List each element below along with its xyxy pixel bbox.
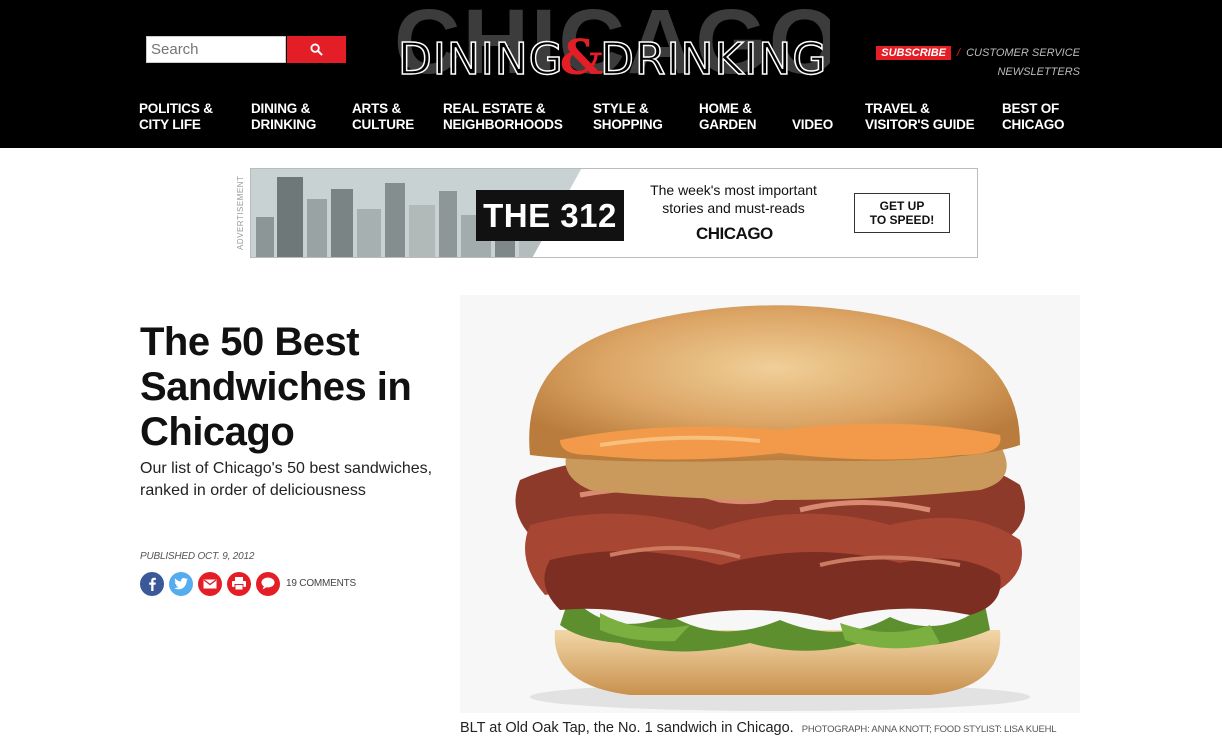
nav-line-1: REAL ESTATE & (443, 101, 546, 116)
email-icon[interactable] (198, 571, 222, 596)
share-bar: 19 COMMENTS (140, 571, 356, 596)
comments-count-link[interactable]: 19 COMMENTS (286, 578, 356, 589)
nav-travel[interactable]: TRAVEL & VISITOR'S GUIDE (865, 101, 975, 133)
nav-line-2: CHICAGO (1002, 117, 1065, 132)
nav-line-1: ARTS & (352, 101, 402, 116)
util-separator: / (957, 47, 961, 59)
utility-links: SUBSCRIBE / CUSTOMER SERVICE NEWSLETTERS (876, 46, 1080, 78)
nav-politics-city-life[interactable]: POLITICS & CITY LIFE (139, 101, 213, 133)
nav-line-1 (792, 101, 833, 117)
nav-dining-drinking[interactable]: DINING & DRINKING (251, 101, 316, 133)
ad-copy: The week's most important stories and mu… (641, 181, 826, 217)
ad-cta-line-2: TO SPEED! (869, 213, 935, 227)
logo-word-2: DRINKING (599, 34, 828, 85)
site-logo[interactable]: CHICAGO DINING&DRINKING (390, 0, 830, 88)
site-header: CHICAGO DINING&DRINKING SUBSCRIBE/CUSTOM… (0, 0, 1222, 148)
search-icon (310, 43, 323, 56)
nav-home-garden[interactable]: HOME & GARDEN (699, 101, 757, 133)
nav-line-2: SHOPPING (593, 117, 663, 132)
nav-line-1: TRAVEL & (865, 101, 930, 116)
published-date: PUBLISHED OCT. 9, 2012 (140, 551, 255, 562)
facebook-icon[interactable] (140, 571, 164, 596)
nav-line-1: BEST OF (1002, 101, 1060, 116)
nav-line-1: STYLE & (593, 101, 649, 116)
print-icon[interactable] (227, 571, 251, 596)
comment-icon[interactable] (256, 571, 280, 596)
customer-service-link[interactable]: CUSTOMER SERVICE (966, 47, 1080, 59)
article-title: The 50 Best Sandwiches in Chicago (140, 320, 412, 454)
ad-cta-line-1: GET UP (879, 199, 925, 213)
nav-line-2: CITY LIFE (139, 117, 201, 132)
nav-line-2: DRINKING (251, 117, 317, 132)
nav-line-2: NEIGHBORHOODS (443, 117, 563, 132)
nav-line-1: HOME & (699, 101, 752, 116)
nav-line-2: GARDEN (699, 117, 757, 132)
caption-text: BLT at Old Oak Tap, the No. 1 sandwich i… (460, 720, 794, 736)
logo-ampersand: & (559, 30, 605, 86)
main-nav: POLITICS & CITY LIFE DINING & DRINKING ART… (139, 101, 1084, 137)
nav-line-2: CULTURE (352, 117, 415, 132)
ad-copy-line-1: The week's most important (650, 182, 817, 198)
subscribe-button[interactable]: SUBSCRIBE (876, 46, 952, 60)
nav-line-2: VIDEO (792, 117, 834, 132)
ad-cta-button[interactable]: GET UP TO SPEED! (854, 193, 950, 233)
nav-arts-culture[interactable]: ARTS & CULTURE (352, 101, 414, 133)
nav-line-1: POLITICS & (139, 101, 213, 116)
sandwich-photo (460, 295, 1080, 713)
ad-banner[interactable]: THE 312 The week's most important storie… (250, 168, 978, 258)
ad-copy-line-2: stories and must-reads (662, 200, 805, 216)
nav-real-estate[interactable]: REAL ESTATE & NEIGHBORHOODS (443, 101, 563, 133)
nav-video[interactable]: VIDEO (792, 101, 833, 133)
nav-style-shopping[interactable]: STYLE & SHOPPING (593, 101, 663, 133)
photo-caption: BLT at Old Oak Tap, the No. 1 sandwich i… (460, 720, 1080, 736)
article-dek: Our list of Chicago's 50 best sandwiches… (140, 460, 433, 499)
nav-line-1: DINING & (251, 101, 311, 116)
ad-logo: CHICAGO (696, 224, 773, 243)
ad-label: ADVERTISEMENT (236, 175, 245, 251)
section-logo-title: DINING&DRINKING (397, 34, 828, 85)
ad-badge: THE 312 (476, 190, 624, 241)
nav-best-of-chicago[interactable]: BEST OF CHICAGO (1002, 101, 1065, 133)
nav-line-2: VISITOR'S GUIDE (865, 117, 975, 132)
search-input[interactable] (146, 36, 286, 63)
article-hero-image (460, 295, 1080, 713)
newsletters-link[interactable]: NEWSLETTERS (997, 66, 1080, 78)
logo-word-1: DINING (397, 34, 564, 85)
photo-credit: PHOTOGRAPH: ANNA KNOTT; FOOD STYLIST: LI… (801, 724, 1057, 735)
twitter-icon[interactable] (169, 571, 193, 596)
search-button[interactable] (287, 36, 346, 63)
